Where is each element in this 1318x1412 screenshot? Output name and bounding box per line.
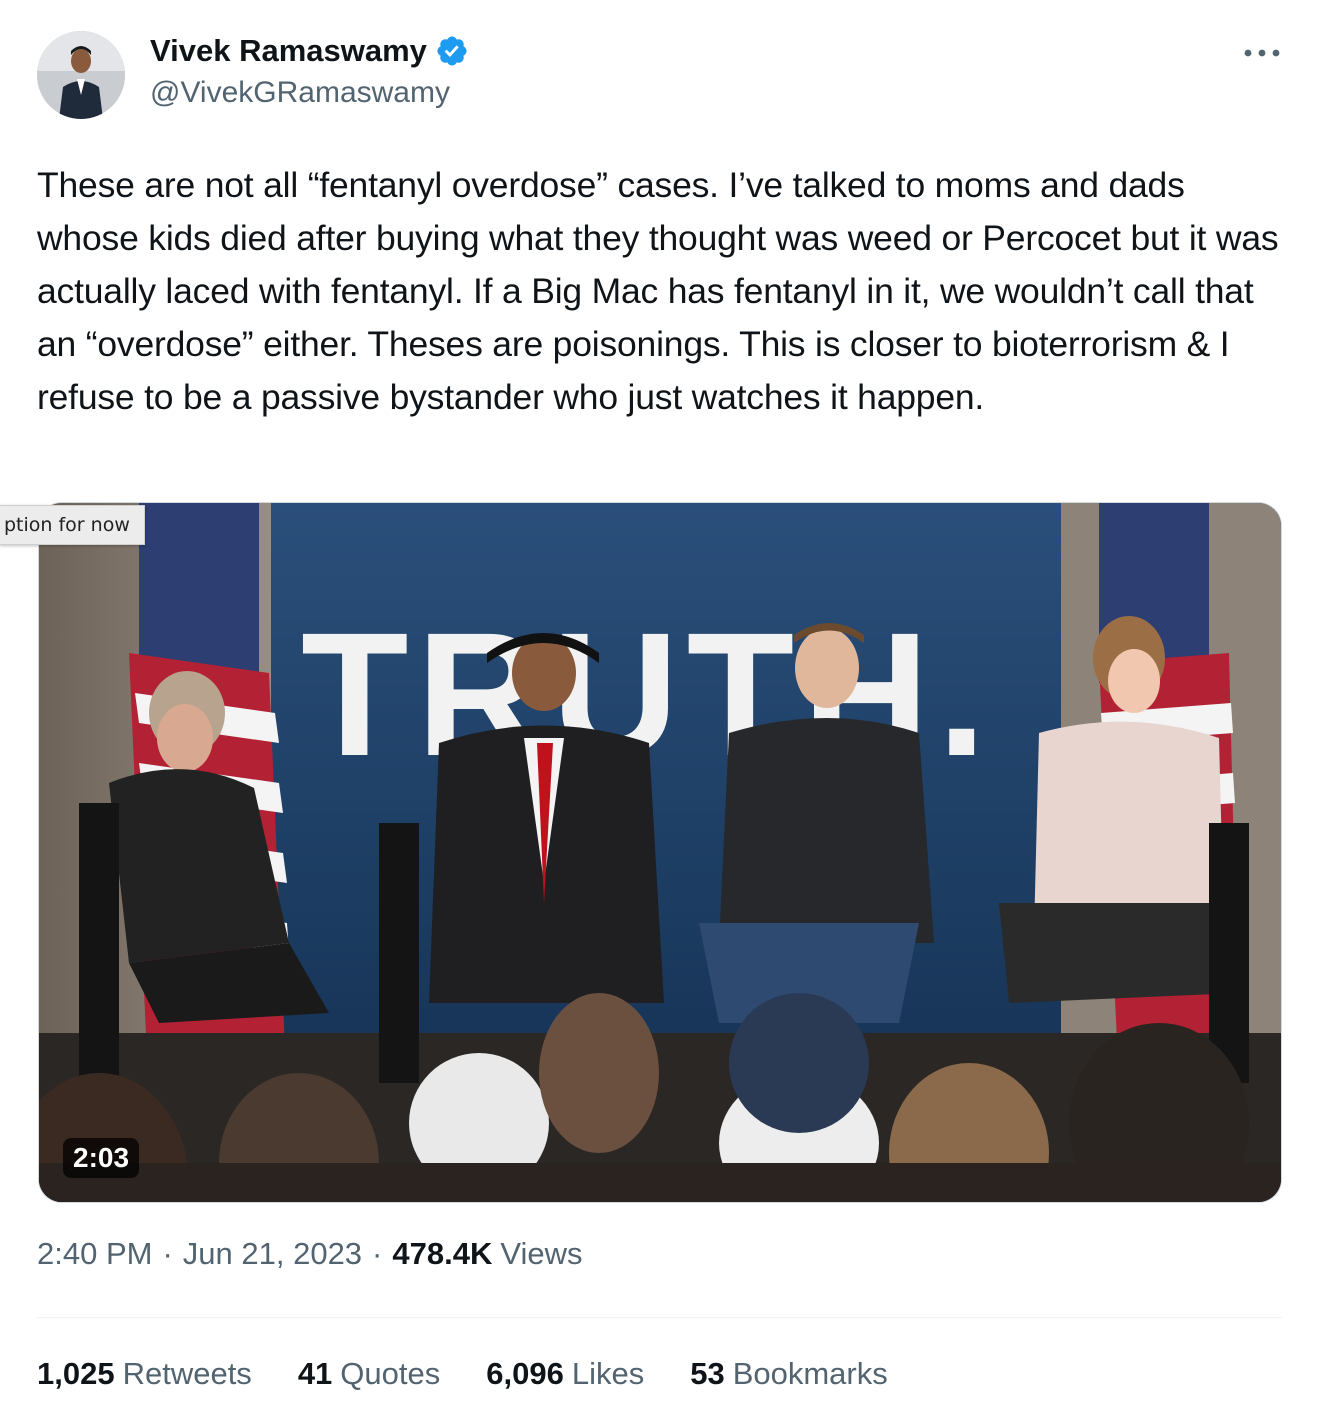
bookmarks-label: Bookmarks [732, 1356, 888, 1391]
tweet-text: These are not all “fentanyl overdose” ca… [37, 165, 1289, 417]
likes-label: Likes [571, 1356, 645, 1391]
quotes-label: Quotes [340, 1356, 441, 1391]
likes-stat[interactable]: 6,096 Likes [486, 1356, 644, 1392]
caption-tooltip: ption for now [0, 505, 145, 545]
tweet-detail: Vivek Ramaswamy @VivekGRamaswamy These a… [0, 0, 1318, 1412]
more-horizontal-icon[interactable] [1238, 36, 1286, 70]
tweet-date[interactable]: Jun 21, 2023 [183, 1236, 362, 1272]
tweet-meta: 2:40 PM · Jun 21, 2023 · 478.4K Views [37, 1236, 582, 1272]
views-label: Views [500, 1236, 583, 1271]
tweet-stats: 1,025 Retweets 41 Quotes 6,096 Likes 53 Book… [37, 1356, 934, 1392]
quotes-stat[interactable]: 41 Quotes [298, 1356, 440, 1392]
meta-separator: · [372, 1236, 383, 1271]
likes-count: 6,096 [486, 1356, 564, 1391]
views-count: 478.4K [392, 1236, 493, 1271]
verified-badge-icon [435, 34, 469, 68]
author-handle[interactable]: @VivekGRamaswamy [150, 76, 450, 110]
author-avatar[interactable] [37, 31, 125, 119]
video-player[interactable]: TRUTH. 2:03 [38, 502, 1282, 1203]
divider [37, 1317, 1282, 1318]
retweets-label: Retweets [122, 1356, 252, 1391]
bookmarks-count: 53 [690, 1356, 725, 1391]
video-thumbnail: TRUTH. [39, 503, 1281, 1202]
meta-separator: · [162, 1236, 173, 1271]
quotes-count: 41 [297, 1356, 333, 1391]
author-name-row: Vivek Ramaswamy [150, 30, 469, 72]
author-display-name[interactable]: Vivek Ramaswamy [150, 33, 427, 69]
bookmarks-stat[interactable]: 53 Bookmarks [690, 1356, 888, 1392]
video-duration-badge: 2:03 [63, 1138, 140, 1178]
tweet-time[interactable]: 2:40 PM [37, 1236, 152, 1272]
retweets-count: 1,025 [37, 1356, 115, 1391]
retweets-stat[interactable]: 1,025 Retweets [37, 1356, 252, 1392]
